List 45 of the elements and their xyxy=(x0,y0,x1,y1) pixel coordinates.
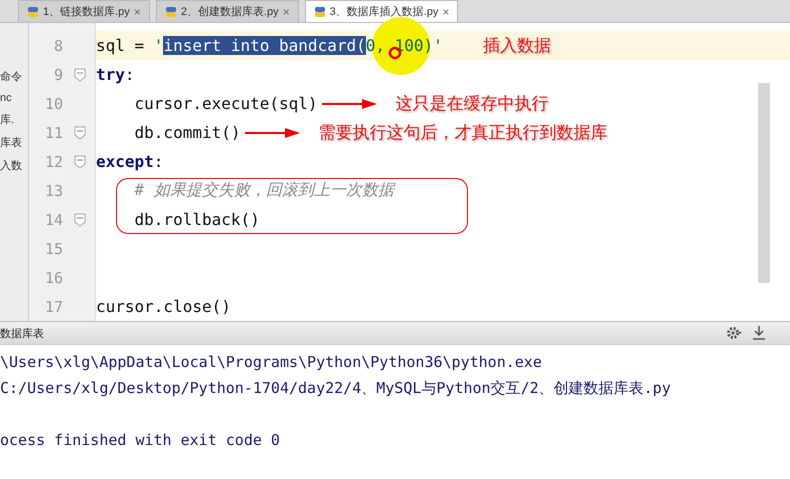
run-panel-title: 数据库表 xyxy=(0,326,44,340)
file-tab[interactable]: 3、数据库插入数据.py × xyxy=(304,0,458,22)
code-text: db.commit() xyxy=(134,123,240,142)
python-file-icon xyxy=(164,6,177,18)
console-output-line: \Users\xlg\AppData\Local\Programs\Python\Python36\python.exe xyxy=(0,352,543,373)
fold-marker-icon[interactable] xyxy=(74,212,86,226)
code-text: try: xyxy=(96,65,135,84)
close-tab-button[interactable]: × xyxy=(282,4,290,18)
fold-marker-icon[interactable] xyxy=(74,154,86,168)
code-text: cursor.execute(sql) xyxy=(134,94,318,113)
settings-icon[interactable] xyxy=(726,325,742,341)
fold-marker-icon[interactable] xyxy=(74,68,86,82)
python-file-icon xyxy=(27,6,39,18)
code-text: # 如果提交失败，回滚到上一次数据 xyxy=(134,180,394,201)
console-output-line: ocess finished with exit code 0 xyxy=(0,430,281,451)
project-tree-item[interactable]: 命令 xyxy=(0,69,28,84)
code-text: except: xyxy=(96,152,164,171)
console-output-line: C:/Users/xlg/Desktop/Python-1704/day22/4、MySQL与Python交互/2、创建数据库表.py xyxy=(0,378,672,399)
line-number: 16 xyxy=(44,268,63,286)
close-tab-button[interactable]: × xyxy=(134,4,141,18)
file-tab[interactable]: 1、链接数据库.py × xyxy=(18,0,150,22)
fold-marker-icon[interactable] xyxy=(74,126,86,140)
annotation-note: 需要执行这句后，才真正执行到数据库 xyxy=(318,122,608,144)
line-number: 8 xyxy=(52,36,63,54)
line-number: 13 xyxy=(44,182,63,200)
project-tree-item[interactable]: 库. xyxy=(0,112,28,127)
file-tab[interactable]: 2、创建数据库表.py × xyxy=(156,0,299,22)
line-number: 10 xyxy=(44,94,63,112)
line-number: 14 xyxy=(44,210,63,228)
annotation-note: 这只是在缓存中执行 xyxy=(396,93,549,115)
scrollbar[interactable] xyxy=(758,83,770,283)
line-number: 11 xyxy=(44,124,63,142)
close-tab-button[interactable]: × xyxy=(442,4,450,18)
line-number: 17 xyxy=(44,298,63,316)
project-tree-item[interactable]: 入数 xyxy=(0,158,28,173)
project-tree-item[interactable]: nc xyxy=(0,92,28,104)
python-file-icon xyxy=(314,6,326,18)
line-number: 9 xyxy=(52,66,63,84)
code-text: cursor.close() xyxy=(96,297,231,316)
annotation-note: 插入数据 xyxy=(482,35,551,57)
line-number: 15 xyxy=(44,240,63,258)
line-number: 12 xyxy=(44,152,63,170)
download-icon[interactable] xyxy=(752,325,766,341)
project-tree-item[interactable]: 库表 xyxy=(0,135,28,150)
code-text: db.rollback() xyxy=(134,210,260,229)
